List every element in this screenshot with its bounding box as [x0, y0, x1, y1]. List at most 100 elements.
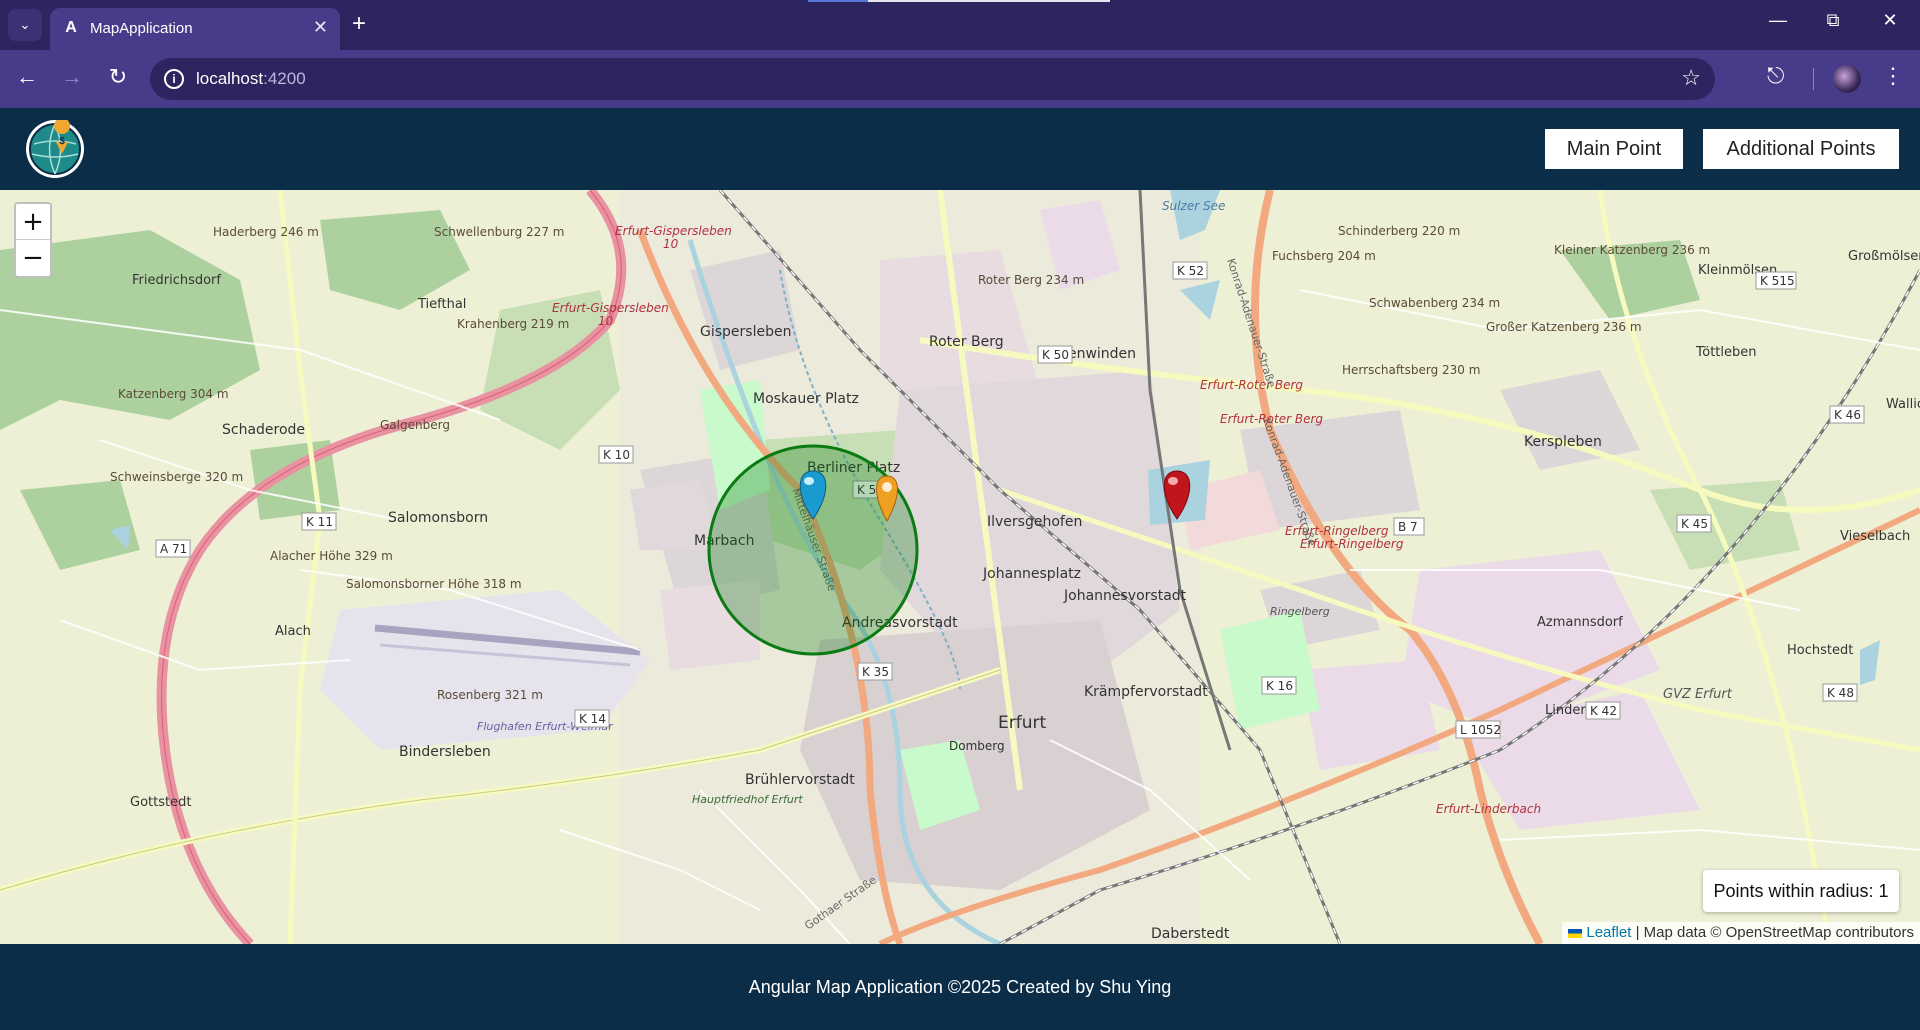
map-container[interactable]: Gispersleben Roter Berg Hohenwinden Mosk… [0, 190, 1920, 944]
place-label: Friedrichsdorf [132, 273, 221, 288]
place-label: Großmölsen [1848, 249, 1920, 264]
place-label: Azmannsdorf [1537, 615, 1623, 630]
hill-label: Alacher Höhe 329 m [270, 549, 393, 563]
hill-label: Haderberg 246 m [213, 225, 319, 239]
hill-label: Salomonsborner Höhe 318 m [346, 577, 522, 591]
points-within-radius-status: Points within radius: 1 [1703, 870, 1899, 912]
place-label: Alach [275, 624, 311, 639]
main-point-button[interactable]: Main Point [1545, 129, 1683, 169]
road-label: K 10 [603, 448, 630, 462]
address-bar[interactable]: i localhost:4200 ☆ [150, 58, 1715, 100]
road-label: Erfurt-Gispersleben [552, 301, 669, 315]
hill-label: Schinderberg 220 m [1338, 224, 1460, 238]
forward-arrow-icon[interactable]: → [57, 64, 87, 90]
zoom-control: + − [14, 202, 52, 278]
tab-close-icon[interactable]: ✕ [313, 17, 328, 38]
zoom-out-button[interactable]: − [16, 240, 50, 276]
app-footer: Angular Map Application ©2025 Created by… [0, 944, 1920, 1030]
angular-favicon-icon: A [65, 19, 77, 36]
toolbar-divider [1813, 68, 1814, 90]
road-label: K 46 [1834, 408, 1861, 422]
svg-text:$: $ [59, 136, 65, 147]
road-label: A 71 [160, 542, 187, 556]
hill-label: Großer Katzenberg 236 m [1486, 320, 1642, 334]
place-label: GVZ Erfurt [1663, 687, 1733, 702]
place-label: Wallic [1886, 397, 1920, 412]
url-port: :4200 [263, 69, 306, 88]
place-label: Tiefthal [417, 297, 466, 312]
loading-indicator-track [868, 0, 1110, 2]
road-label: K 50 [1042, 348, 1069, 362]
zoom-in-button[interactable]: + [16, 204, 50, 240]
road-label: K 42 [1590, 704, 1617, 718]
hill-label: Katzenberg 304 m [118, 387, 229, 401]
leaflet-link[interactable]: Leaflet [1586, 924, 1631, 941]
place-label: Domberg [949, 739, 1005, 753]
road-label: L 1052 [1460, 723, 1501, 737]
globe-logo-icon[interactable]: $ [26, 118, 84, 178]
browser-tabstrip: ⌄ A MapApplication ✕ + — ⧉ ✕ [0, 0, 1920, 50]
tab-title: MapApplication [90, 20, 193, 37]
place-label: Kerspleben [1524, 434, 1602, 450]
place-label: Daberstedt [1151, 926, 1230, 942]
extensions-puzzle-icon[interactable]: ⎋ [1767, 63, 1784, 89]
hill-label: Roter Berg 234 m [978, 273, 1084, 287]
bookmark-star-icon[interactable]: ☆ [1681, 65, 1701, 91]
road-label: Erfurt-Linderbach [1436, 802, 1541, 816]
hill-label: Kleiner Katzenberg 236 m [1554, 243, 1710, 257]
place-label: Krämpfervorstadt [1084, 684, 1208, 700]
place-label: Erfurt [998, 713, 1046, 733]
hill-label: Rosenberg 321 m [437, 688, 543, 702]
attribution-text: | Map data © OpenStreetMap contributors [1631, 924, 1914, 941]
hill-label: Galgenberg [380, 418, 450, 432]
hill-label: Schweinsberge 320 m [110, 470, 243, 484]
hill-label: Schwellenburg 227 m [434, 225, 564, 239]
map-tiles[interactable]: Gispersleben Roter Berg Hohenwinden Mosk… [0, 190, 1920, 944]
hill-label: Herrschaftsberg 230 m [1342, 363, 1480, 377]
road-label: K 515 [1760, 274, 1795, 288]
road-label: Erfurt-Roter Berg [1200, 378, 1303, 392]
place-label: Ringelberg [1270, 605, 1330, 618]
profile-avatar[interactable] [1833, 65, 1861, 93]
place-label: Johannesvorstadt [1063, 588, 1187, 604]
road-label: K 45 [1681, 517, 1708, 531]
browser-menu-icon[interactable]: ⋮ [1882, 63, 1904, 89]
browser-tab[interactable]: A MapApplication ✕ [50, 8, 340, 50]
road-label: K 11 [306, 515, 333, 529]
road-label: 10 [598, 314, 614, 328]
place-label: Hauptfriedhof Erfurt [692, 793, 803, 806]
road-label: B 7 [1398, 520, 1418, 534]
place-label: Bindersleben [399, 744, 491, 760]
hill-label: Schwabenberg 234 m [1369, 296, 1500, 310]
place-label: Schaderode [222, 422, 305, 438]
tab-search-chevron-icon[interactable]: ⌄ [8, 9, 42, 41]
road-label: K 48 [1827, 686, 1854, 700]
additional-points-button[interactable]: Additional Points [1703, 129, 1899, 169]
site-info-icon[interactable]: i [164, 69, 184, 89]
ukraine-flag-icon [1568, 928, 1583, 938]
place-label: Salomonsborn [388, 510, 488, 526]
hill-label: Fuchsberg 204 m [1272, 249, 1376, 263]
road-label: 10 [663, 237, 679, 251]
browser-toolbar: ← → ↻ i localhost:4200 ☆ ⎋ ⋮ [0, 50, 1920, 108]
place-label: Johannesplatz [982, 566, 1081, 582]
restore-icon[interactable]: ⧉ [1813, 10, 1853, 31]
url-text: localhost:4200 [196, 69, 306, 89]
place-label: Gottstedt [130, 795, 191, 810]
minimize-icon[interactable]: — [1758, 10, 1798, 31]
new-tab-plus-icon[interactable]: + [352, 10, 366, 38]
loading-indicator [808, 0, 868, 2]
back-arrow-icon[interactable]: ← [12, 64, 42, 90]
map-attribution: Leaflet | Map data © OpenStreetMap contr… [1562, 922, 1920, 944]
hill-label: Krahenberg 219 m [457, 317, 569, 331]
hill-label: Sulzer See [1162, 199, 1225, 213]
road-label: Erfurt-Gispersleben [615, 224, 732, 238]
road-label: K 35 [862, 665, 889, 679]
app-header: $ Main Point Additional Points [0, 108, 1920, 190]
place-label: Ilversgehofen [987, 514, 1082, 530]
road-label: K 14 [579, 712, 606, 726]
place-label: Hochstedt [1787, 643, 1853, 658]
place-label: Vieselbach [1840, 529, 1910, 544]
window-close-icon[interactable]: ✕ [1870, 10, 1910, 31]
reload-icon[interactable]: ↻ [103, 64, 133, 90]
